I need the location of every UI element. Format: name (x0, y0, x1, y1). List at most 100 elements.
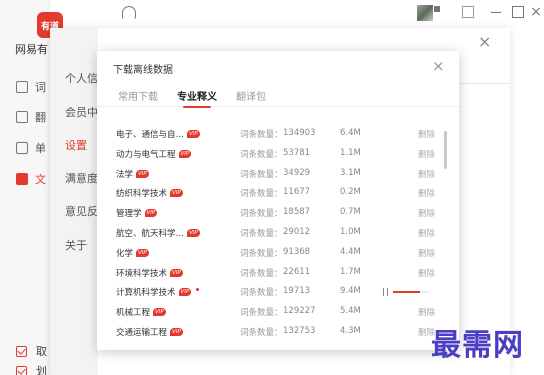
dictionary-name-text: 航空、航天科学… (116, 229, 185, 239)
entry-count-value: 34929 (283, 167, 311, 178)
watermark: 最需网 (431, 328, 524, 363)
entry-count-label: 词条数量： (240, 130, 283, 140)
download-offline-dialog: 下载离线数据 × 常用下载 专业释义 翻译包 电子、通信与自… VIP 词条数量： 1… (97, 51, 459, 350)
entry-count-label: 词条数量： (240, 268, 283, 279)
dict-icon (16, 81, 28, 93)
dialog-tabs: 常用下载 专业释义 翻译包 (97, 82, 459, 108)
dictionary-name: 法学 VIP (116, 168, 149, 180)
entry-count-value: 18587 (283, 207, 311, 218)
entry-count-value: 11677 (283, 187, 311, 198)
dictionary-name-text: 交通运输工程 (116, 328, 168, 338)
translate-icon (16, 111, 28, 123)
shrink-icon[interactable] (462, 6, 474, 18)
vip-badge: VIP (178, 149, 192, 158)
entry-count-value: 53781 (283, 147, 311, 158)
dictionary-name-text: 管理学 (116, 209, 142, 220)
new-dot-icon (196, 287, 200, 291)
maximize-icon[interactable] (512, 6, 524, 18)
delete-button[interactable]: 删除 (418, 148, 435, 160)
list-item: 交通运输工程 VIP 词条数量： 132753 4.3M 删除 (97, 322, 459, 342)
tab-translation-pack[interactable]: 翻译包 (236, 88, 266, 103)
entry-count-label: 词条数量： (240, 288, 283, 299)
dictionary-name-text: 机械工程 (116, 308, 151, 319)
dictionary-name-text: 电子、通信与自… (116, 130, 185, 140)
settings-nav-about[interactable]: 关于 (65, 237, 87, 253)
file-size: 0.2M (340, 187, 361, 198)
dictionary-name-text: 动力与电气工程 (116, 149, 176, 160)
list-item: 电子、通信与自… VIP 词条数量： 134903 6.4M 删除 (97, 124, 459, 144)
checkbox-checked-icon (16, 365, 27, 375)
file-size: 1.0M (340, 227, 361, 237)
entry-count-label: 词条数量： (240, 169, 283, 180)
vip-badge: VIP (178, 288, 192, 297)
dictionary-name: 电子、通信与自… VIP (116, 128, 200, 140)
file-size: 1.7M (340, 266, 361, 277)
list-item: 管理学 VIP 词条数量： 18587 0.7M 删除 (97, 203, 459, 223)
entry-count-label: 词条数量： (240, 189, 283, 200)
delete-button[interactable]: 删除 (418, 187, 435, 199)
tab-common-downloads[interactable]: 常用下载 (118, 88, 158, 103)
progress-track (393, 291, 429, 294)
dialog-close-icon[interactable]: × (432, 57, 445, 75)
file-size: 5.4M (340, 306, 361, 317)
delete-button[interactable]: 删除 (418, 306, 435, 318)
file-size: 9.4M (340, 286, 361, 297)
minimize-icon[interactable] (490, 6, 502, 18)
checkbox-label: 划 (36, 365, 47, 375)
pause-icon[interactable] (383, 288, 388, 297)
delete-button[interactable]: 删除 (418, 128, 435, 140)
list-item: 航空、航天科学… VIP 词条数量： 29012 1.0M 删除 (97, 223, 459, 243)
vip-badge: VIP (170, 189, 183, 198)
app-name: 网易有 (15, 43, 48, 56)
settings-close-icon[interactable]: × (478, 32, 491, 51)
sidebar-item-label: 翻 (35, 111, 46, 124)
dictionary-name: 化学 VIP (116, 247, 149, 259)
dialog-title: 下载离线数据 (113, 65, 173, 76)
sidebar-item-label: 文 (35, 173, 46, 186)
file-size: 0.7M (340, 207, 361, 218)
avatar[interactable] (417, 5, 433, 21)
window-close-icon[interactable]: × (530, 5, 542, 19)
delete-button[interactable]: 删除 (418, 247, 435, 259)
dictionary-name: 纺织科学技术 VIP (116, 187, 183, 199)
delete-button[interactable]: 删除 (418, 168, 435, 180)
vip-badge: VIP (136, 169, 149, 178)
app-topbar (104, 0, 544, 28)
vip-badge: VIP (170, 268, 183, 277)
avatar-status (434, 6, 440, 12)
delete-button[interactable]: 删除 (418, 227, 435, 239)
headset-icon[interactable] (122, 6, 136, 20)
dictionary-name: 动力与电气工程 VIP (116, 148, 192, 160)
entry-count-value: 134903 (283, 128, 316, 138)
scrollbar[interactable] (444, 131, 447, 169)
vip-badge: VIP (144, 209, 158, 218)
entry-count-value: 22611 (283, 266, 311, 277)
checkbox-checked-icon (16, 345, 27, 357)
list-item: 纺织科学技术 VIP 词条数量： 11677 0.2M 删除 (97, 183, 459, 203)
vip-badge: VIP (170, 328, 183, 336)
file-size: 1.1M (340, 147, 361, 158)
entry-count-value: 29012 (283, 227, 311, 237)
list-item: 计算机科学技术 VIP 词条数量： 19713 9.4M (97, 282, 459, 302)
download-progress (383, 288, 429, 297)
dictionary-name-text: 纺织科学技术 (116, 189, 168, 200)
entry-count-value: 129227 (283, 306, 316, 317)
dictionary-name-text: 环境科学技术 (116, 268, 168, 279)
list-item: 法学 VIP 词条数量： 34929 3.1M 删除 (97, 164, 459, 184)
divider (460, 83, 510, 84)
dictionary-name: 计算机科学技术 VIP (116, 286, 200, 298)
settings-nav: 个人信息 会员中心 设置 满意度调 意见反馈 关于 (50, 28, 109, 375)
delete-button[interactable]: 删除 (418, 207, 435, 219)
entry-count-value: 91368 (283, 246, 311, 257)
tab-professional-definitions[interactable]: 专业释义 (177, 88, 217, 108)
list-item: 化学 VIP 词条数量： 91368 4.4M 删除 (97, 243, 459, 263)
vip-badge: VIP (153, 308, 166, 317)
dictionary-name: 环境科学技术 VIP (116, 267, 183, 279)
settings-nav-settings[interactable]: 设置 (65, 137, 87, 153)
dictionary-name: 航空、航天科学… VIP (116, 227, 200, 239)
file-size: 4.4M (340, 246, 361, 257)
delete-button[interactable]: 删除 (418, 267, 435, 279)
vip-badge: VIP (136, 248, 149, 257)
entry-count-value: 19713 (283, 286, 311, 297)
vip-badge: VIP (187, 229, 200, 237)
